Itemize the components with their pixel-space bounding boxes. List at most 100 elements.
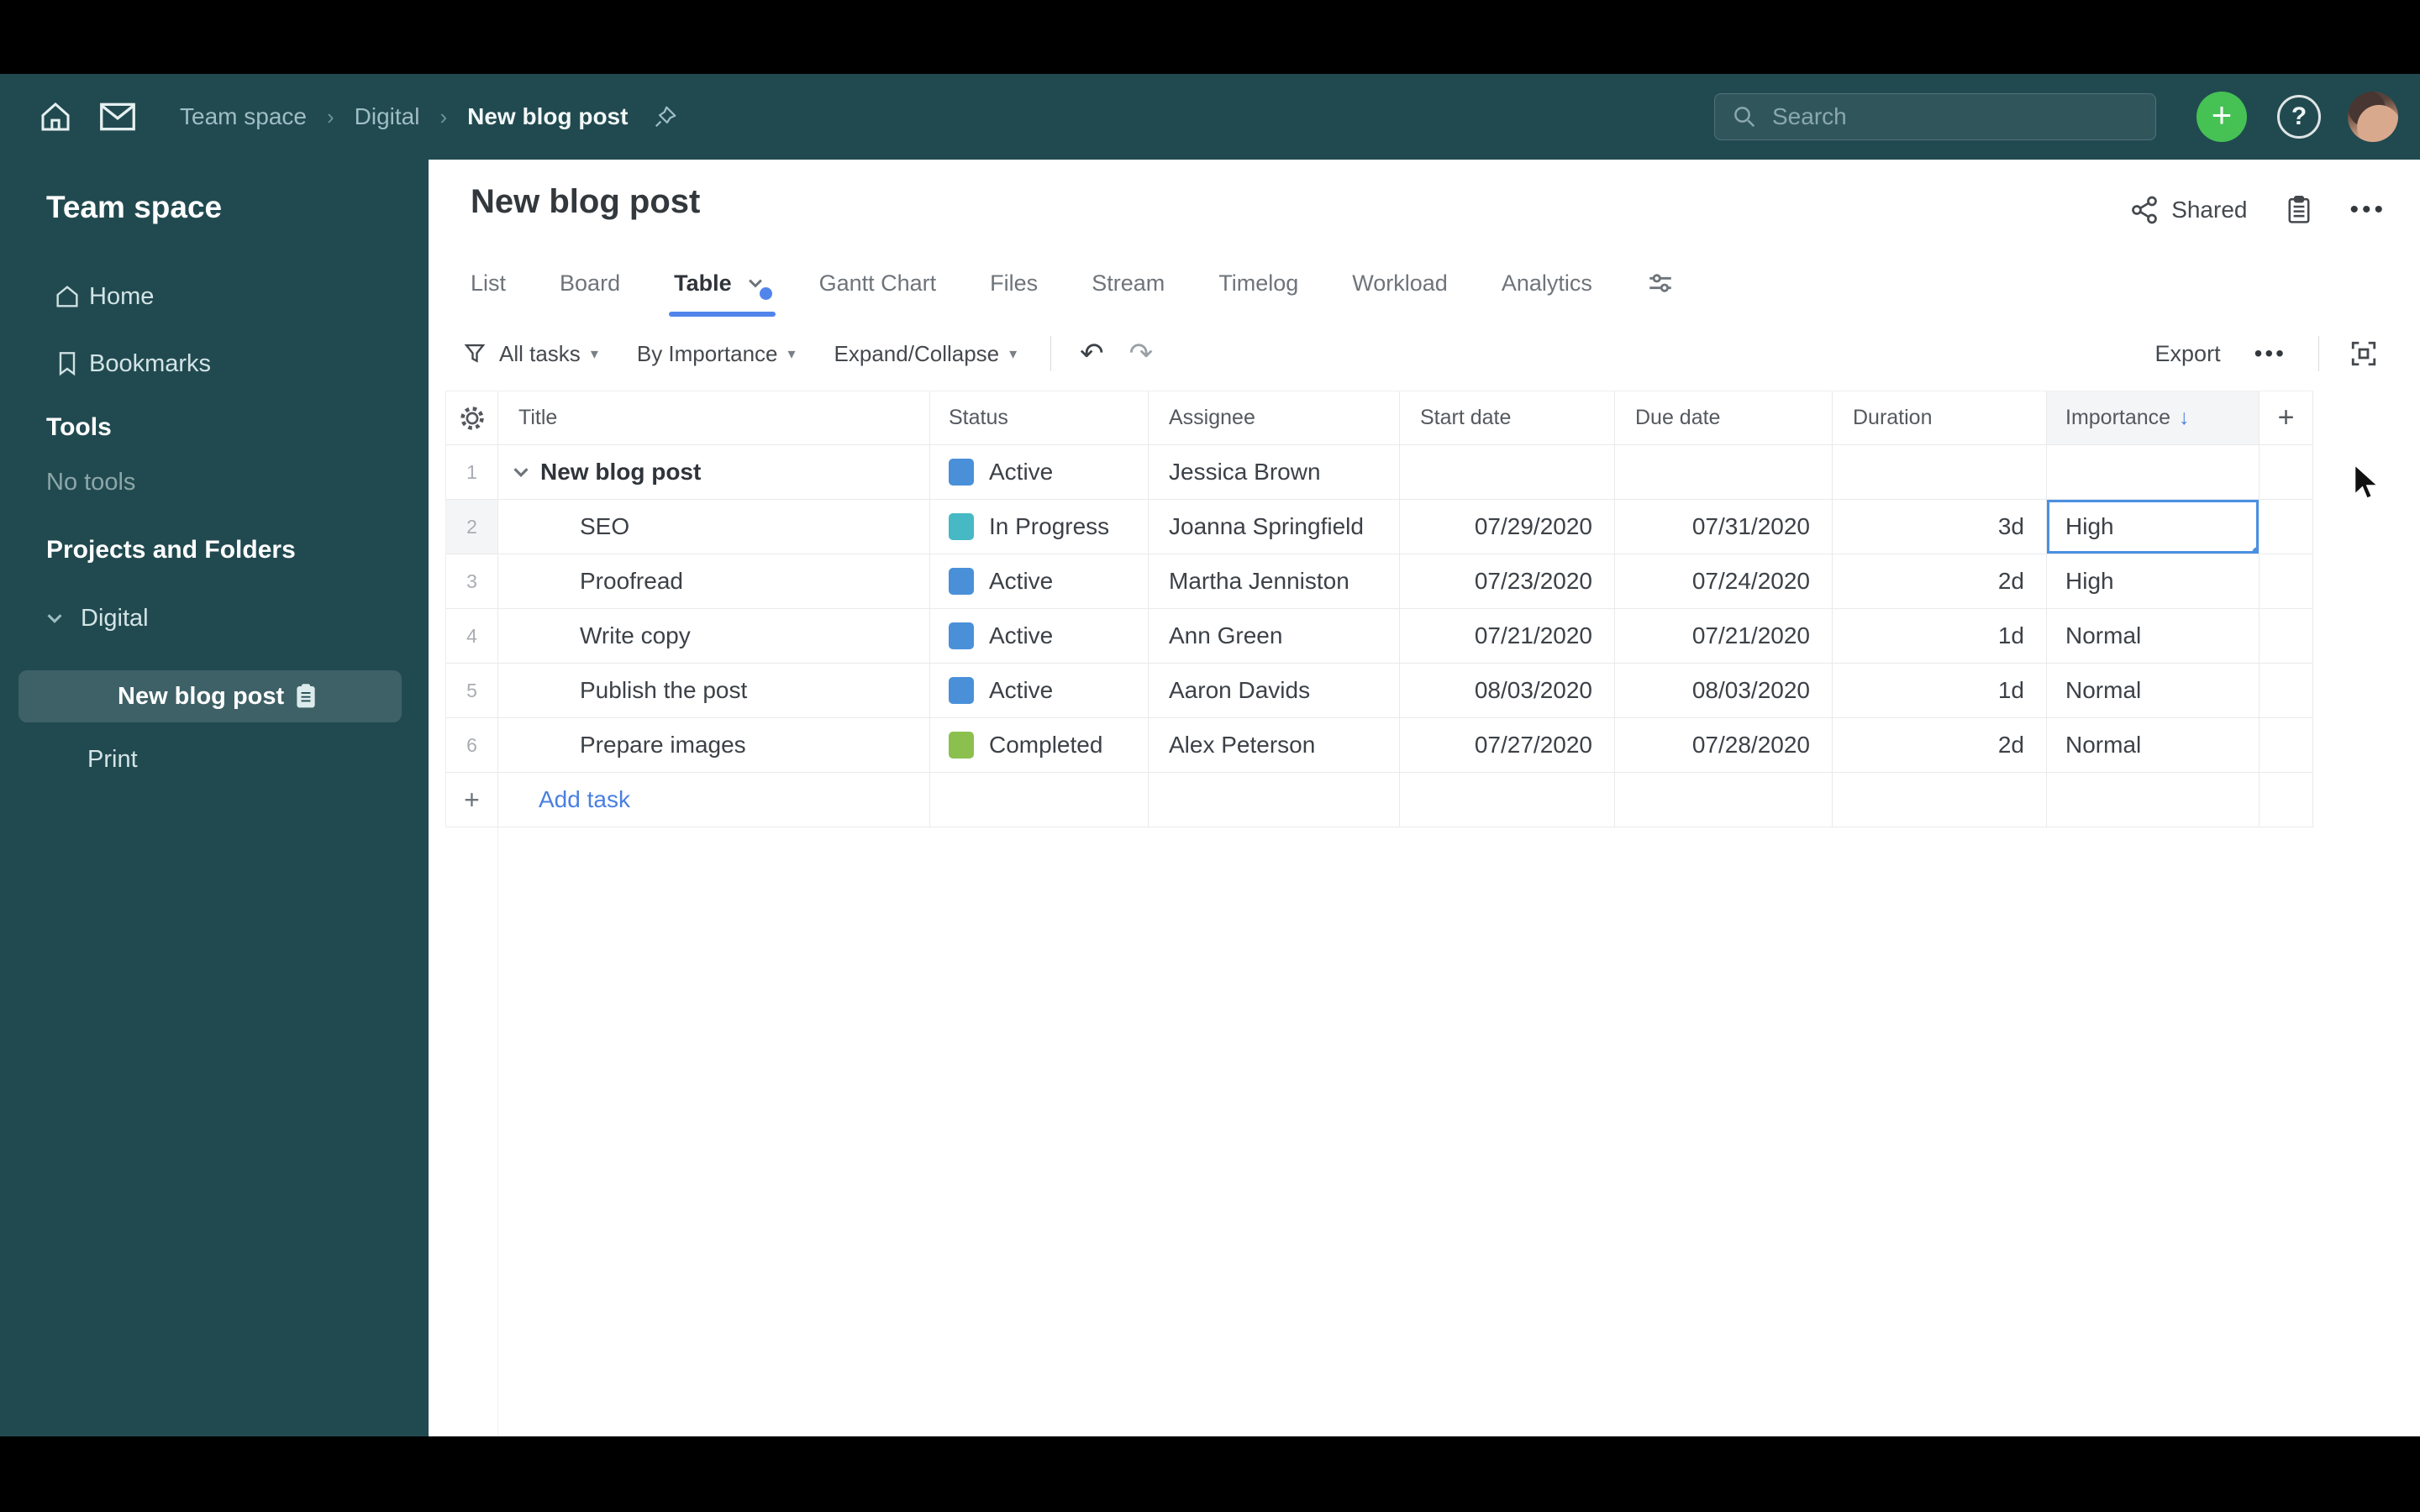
column-header-due-date[interactable]: Due date: [1615, 391, 1833, 444]
tab-table[interactable]: Table: [669, 270, 776, 317]
cell-assignee[interactable]: Martha Jenniston: [1149, 554, 1400, 608]
table-row: 6 Prepare images Completed Alex Peterson 07/…: [446, 718, 2313, 773]
column-header-status[interactable]: Status: [930, 391, 1149, 444]
collapse-chevron-icon[interactable]: [510, 461, 532, 483]
cell-importance[interactable]: High: [2047, 500, 2260, 554]
view-settings-icon[interactable]: [1646, 269, 1675, 297]
cell-title[interactable]: SEO: [498, 500, 930, 554]
add-task-cell[interactable]: Add task: [498, 773, 930, 827]
chevron-down-icon[interactable]: [40, 607, 69, 629]
tab-timelog[interactable]: Timelog: [1218, 270, 1298, 297]
cell-due-date[interactable]: 07/31/2020: [1615, 500, 1833, 554]
cell-title[interactable]: Proofread: [498, 554, 930, 608]
mail-icon[interactable]: [99, 102, 136, 132]
active-tab-underline: [669, 311, 776, 317]
cell-importance[interactable]: Normal: [2047, 718, 2260, 772]
fullscreen-icon[interactable]: [2349, 339, 2378, 368]
cell-importance[interactable]: [2047, 445, 2260, 499]
cell-start-date[interactable]: [1400, 445, 1615, 499]
search-input[interactable]: [1770, 102, 2127, 131]
cell-importance[interactable]: High: [2047, 554, 2260, 608]
cell-duration[interactable]: 1d: [1833, 664, 2047, 717]
sidebar-item-bookmarks[interactable]: Bookmarks: [0, 344, 429, 384]
breadcrumb-team-space[interactable]: Team space: [180, 103, 307, 130]
cell-due-date[interactable]: [1615, 445, 1833, 499]
add-column-button[interactable]: +: [2260, 391, 2313, 444]
cell-status[interactable]: In Progress: [930, 500, 1149, 554]
cell-title[interactable]: Prepare images: [498, 718, 930, 772]
tab-workload[interactable]: Workload: [1352, 270, 1448, 297]
column-header-title[interactable]: Title: [498, 391, 930, 444]
tab-stream[interactable]: Stream: [1092, 270, 1165, 297]
table-settings-gear-icon[interactable]: [446, 391, 498, 444]
create-new-button[interactable]: +: [2196, 92, 2247, 142]
clipboard-icon[interactable]: [2286, 195, 2312, 225]
home-icon[interactable]: [39, 100, 72, 134]
cell-status[interactable]: Active: [930, 445, 1149, 499]
more-options-icon[interactable]: •••: [2349, 196, 2386, 224]
search-box[interactable]: [1714, 93, 2156, 140]
cell-start-date[interactable]: 08/03/2020: [1400, 664, 1615, 717]
column-header-assignee[interactable]: Assignee: [1149, 391, 1400, 444]
cell-title[interactable]: New blog post: [498, 445, 930, 499]
cell-status[interactable]: Active: [930, 554, 1149, 608]
cell-due-date[interactable]: 07/24/2020: [1615, 554, 1833, 608]
breadcrumb-digital[interactable]: Digital: [355, 103, 420, 130]
column-header-duration[interactable]: Duration: [1833, 391, 2047, 444]
cell-start-date[interactable]: 07/27/2020: [1400, 718, 1615, 772]
shared-label[interactable]: Shared: [2171, 197, 2247, 223]
cell-due-date[interactable]: 07/21/2020: [1615, 609, 1833, 663]
pin-icon[interactable]: [653, 104, 678, 129]
cell-duration[interactable]: 2d: [1833, 718, 2047, 772]
cell-assignee[interactable]: Joanna Springfield: [1149, 500, 1400, 554]
sidebar-item-home[interactable]: Home: [0, 276, 429, 317]
column-header-start-date[interactable]: Start date: [1400, 391, 1615, 444]
cell-start-date[interactable]: 07/29/2020: [1400, 500, 1615, 554]
add-task-link[interactable]: Add task: [539, 786, 630, 813]
topbar-right-cluster: + ?: [1714, 92, 2398, 142]
help-button[interactable]: ?: [2277, 95, 2321, 139]
plus-icon[interactable]: +: [446, 773, 498, 827]
sidebar-item-digital[interactable]: Digital: [0, 598, 429, 638]
cell-title[interactable]: Write copy: [498, 609, 930, 663]
cell-start-date[interactable]: 07/21/2020: [1400, 609, 1615, 663]
sidebar-title: Team space: [46, 190, 223, 224]
more-options-icon[interactable]: •••: [2254, 340, 2286, 367]
cell-assignee[interactable]: Aaron Davids: [1149, 664, 1400, 717]
cell-duration[interactable]: 1d: [1833, 609, 2047, 663]
cell-status[interactable]: Active: [930, 664, 1149, 717]
cell-assignee[interactable]: Jessica Brown: [1149, 445, 1400, 499]
cell-status[interactable]: Active: [930, 609, 1149, 663]
cell-duration[interactable]: [1833, 445, 2047, 499]
cell-duration[interactable]: 3d: [1833, 500, 2047, 554]
tab-gantt-chart[interactable]: Gantt Chart: [819, 270, 937, 297]
column-header-importance[interactable]: Importance ↓: [2047, 391, 2260, 444]
tab-board[interactable]: Board: [560, 270, 620, 297]
cell-duration[interactable]: 2d: [1833, 554, 2047, 608]
cell-due-date[interactable]: 07/28/2020: [1615, 718, 1833, 772]
cell-start-date[interactable]: 07/23/2020: [1400, 554, 1615, 608]
redo-icon[interactable]: ↷: [1129, 337, 1154, 370]
expand-collapse-dropdown[interactable]: Expand/Collapse ▾: [834, 341, 1018, 367]
undo-icon[interactable]: ↶: [1080, 337, 1104, 370]
cell-status[interactable]: Completed: [930, 718, 1149, 772]
table-row: 2 SEO In Progress Joanna Springfield 07/29/2…: [446, 500, 2313, 554]
tab-files[interactable]: Files: [990, 270, 1038, 297]
sidebar-item-new-blog-post[interactable]: New blog post: [18, 670, 402, 722]
cell-selection-handle[interactable]: [2252, 547, 2259, 554]
cell-assignee[interactable]: Alex Peterson: [1149, 718, 1400, 772]
cell-importance[interactable]: Normal: [2047, 664, 2260, 717]
cell-assignee[interactable]: Ann Green: [1149, 609, 1400, 663]
cell-importance[interactable]: Normal: [2047, 609, 2260, 663]
sidebar-item-print[interactable]: Print: [0, 739, 429, 780]
add-task-row[interactable]: + Add task: [446, 773, 2313, 827]
cell-due-date[interactable]: 08/03/2020: [1615, 664, 1833, 717]
sort-dropdown[interactable]: By Importance ▾: [637, 341, 796, 367]
export-button[interactable]: Export: [2155, 341, 2221, 367]
cell-title[interactable]: Publish the post: [498, 664, 930, 717]
share-icon[interactable]: [2129, 195, 2160, 225]
tab-analytics[interactable]: Analytics: [1502, 270, 1592, 297]
tab-list[interactable]: List: [471, 270, 506, 297]
filter-dropdown[interactable]: All tasks ▾: [462, 341, 598, 367]
avatar[interactable]: [2348, 92, 2398, 142]
